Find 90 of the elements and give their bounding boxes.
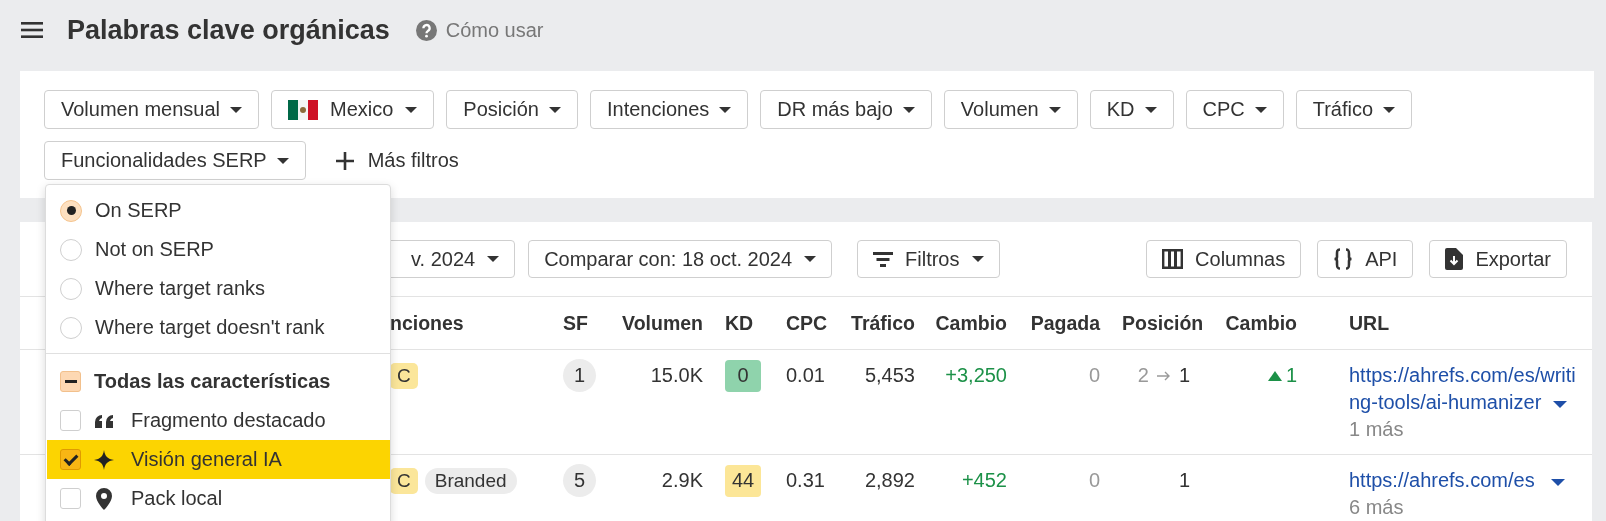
column-header[interactable]: SF	[563, 311, 588, 335]
quote-icon	[94, 412, 114, 429]
column-header[interactable]: Tráfico	[851, 311, 915, 335]
table-cell-text: 15.0K	[650, 363, 703, 388]
difficulty-badge: 0	[725, 359, 761, 392]
position-change: 1	[1285, 363, 1297, 388]
filter-dropdown[interactable]: Tráfico	[1295, 90, 1413, 129]
column-header[interactable]: Pagada	[1030, 311, 1100, 335]
column-header[interactable]: Cambio	[935, 311, 1007, 335]
download-file-icon	[1445, 248, 1464, 270]
caret-icon[interactable]	[719, 105, 732, 114]
filter-dropdown[interactable]: CPC	[1185, 90, 1284, 129]
menu-icon[interactable]	[21, 21, 43, 39]
url-link[interactable]: https://ahrefs.com/es/writing-tools/ai-humanizer	[1349, 362, 1583, 416]
more-urls-link[interactable]: 1 más	[1349, 416, 1583, 443]
columns-button[interactable]: Columnas	[1146, 240, 1302, 278]
table-cell-text: 2.9K	[661, 468, 703, 493]
intent-badge: C	[390, 362, 418, 389]
filter-dropdown[interactable]: Volumen	[943, 90, 1078, 129]
filter-icon	[873, 251, 894, 267]
tag-badge: Branded	[424, 467, 517, 494]
more-urls-link[interactable]: 6 más	[1349, 494, 1583, 521]
columns-icon	[1162, 249, 1184, 269]
serp-features-count[interactable]: 5	[563, 464, 596, 497]
filter-dropdown[interactable]: Funcionalidades SERP	[44, 141, 306, 180]
table-cell-text: 2,892	[864, 468, 915, 493]
menu-option[interactable]: Todas las características	[46, 362, 390, 401]
table-cell-text: 0.01	[786, 363, 825, 388]
column-header[interactable]: Posición	[1122, 311, 1204, 335]
filter-dropdown[interactable]: Mexico	[271, 90, 435, 129]
table-cell-text: 5,453	[864, 363, 915, 388]
column-header[interactable]: Cambio	[1225, 311, 1297, 335]
caret-icon[interactable]	[1551, 478, 1565, 486]
column-header[interactable]: URL	[1349, 311, 1390, 335]
column-header[interactable]: CPC	[786, 311, 828, 335]
menu-option[interactable]: Where target doesn't rank	[46, 308, 390, 347]
table-cell-text: 0	[1088, 468, 1100, 493]
caret-icon[interactable]	[1254, 105, 1267, 114]
filter-dropdown[interactable]: DR más bajo	[760, 90, 932, 129]
checkbox[interactable]	[60, 449, 81, 470]
plus-icon	[334, 150, 355, 171]
column-header[interactable]: KD	[725, 311, 754, 335]
column-header[interactable]: Volumen	[622, 311, 703, 335]
help-icon[interactable]	[415, 19, 437, 41]
serp-features-count[interactable]: 1	[563, 359, 596, 392]
api-button[interactable]: API	[1317, 240, 1414, 278]
caret-icon[interactable]	[487, 255, 500, 263]
checkbox[interactable]	[60, 371, 81, 392]
caret-icon[interactable]	[276, 156, 289, 165]
filters-button[interactable]: Filtros	[857, 240, 1000, 278]
help-link[interactable]: Cómo usar	[445, 18, 544, 42]
table-cell-text: 0.31	[786, 468, 825, 493]
caret-icon[interactable]	[1383, 105, 1396, 114]
filter-dropdown[interactable]: Volumen mensual	[44, 90, 259, 129]
menu-option[interactable]: Visión general IA	[47, 440, 390, 479]
caret-icon[interactable]	[971, 255, 984, 263]
caret-icon[interactable]	[902, 105, 915, 114]
arrow-icon	[1156, 370, 1171, 381]
caret-icon[interactable]	[1048, 105, 1061, 114]
table-cell-text: +3,250	[945, 363, 1007, 388]
compare-dropdown[interactable]: Comparar con: 18 oct. 2024	[528, 240, 833, 278]
menu-option[interactable]: Fragmento destacado	[46, 401, 390, 440]
filter-dropdown[interactable]: Intenciones	[589, 90, 749, 129]
current-position: 1	[1178, 363, 1190, 388]
caret-icon[interactable]	[1553, 400, 1567, 408]
filter-dropdown[interactable]: KD	[1089, 90, 1174, 129]
caret-icon[interactable]	[1144, 105, 1157, 114]
radio-button[interactable]	[60, 199, 82, 222]
previous-position: 2	[1137, 363, 1149, 388]
column-header[interactable]: nciones	[390, 311, 464, 335]
menu-option[interactable]: Pack local	[46, 479, 390, 518]
current-position: 1	[1178, 468, 1190, 493]
table-cell-text: +452	[961, 468, 1007, 493]
caret-icon[interactable]	[405, 105, 418, 114]
location-pin-icon	[96, 487, 112, 510]
difficulty-badge: 44	[725, 464, 761, 497]
checkbox[interactable]	[60, 410, 81, 431]
table-cell-text: 0	[1088, 363, 1100, 388]
mexico-flag-icon	[288, 99, 318, 120]
checkbox[interactable]	[60, 488, 81, 509]
url-link[interactable]: https://ahrefs.com/es	[1349, 467, 1583, 494]
filter-dropdown[interactable]: Posición	[446, 90, 578, 129]
braces-icon	[1333, 248, 1354, 270]
export-button[interactable]: Exportar	[1429, 240, 1567, 278]
intent-badge: C	[390, 467, 418, 494]
caret-icon[interactable]	[804, 255, 817, 263]
menu-option[interactable]: On SERP	[46, 191, 390, 230]
caret-icon[interactable]	[230, 105, 242, 114]
page-title: Palabras clave orgánicas	[67, 14, 390, 46]
caret-icon[interactable]	[548, 105, 561, 114]
